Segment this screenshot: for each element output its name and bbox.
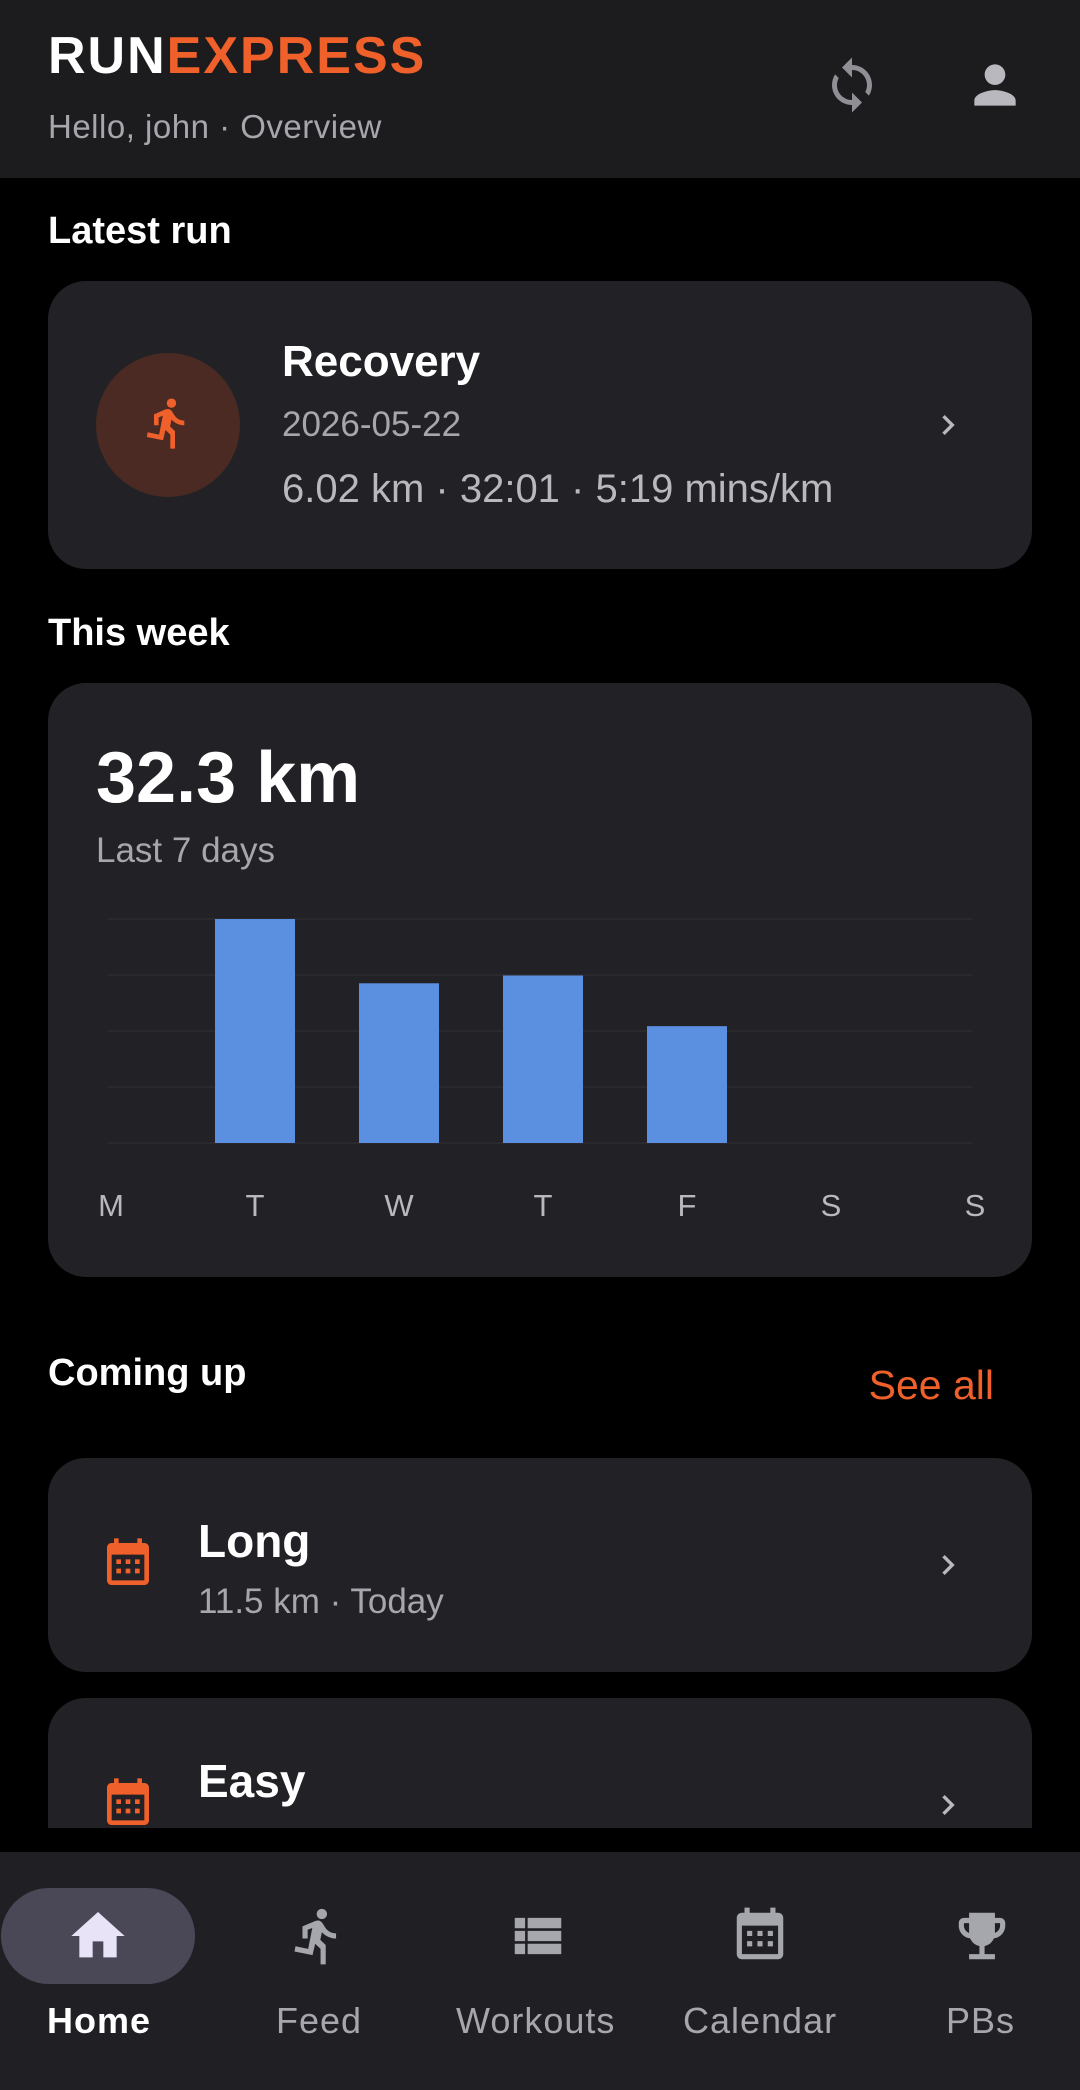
nav-label-home: Home xyxy=(47,2000,152,2041)
run-type-avatar xyxy=(96,353,240,497)
chart-day-label: S xyxy=(820,1188,842,1223)
nav-label-feed: Feed xyxy=(276,2000,363,2041)
scroll-content-clip: Easy xyxy=(0,1690,1080,1828)
chart-bar[interactable] xyxy=(503,975,583,1143)
home-icon xyxy=(66,1904,130,1968)
upcoming-workout-subtitle: 11.5 km · Today xyxy=(198,1582,444,1621)
logo-run-text: RUN xyxy=(48,27,167,85)
nav-item-feed[interactable]: Feed xyxy=(220,1852,416,2090)
chevron-right-icon xyxy=(928,1545,968,1585)
coming-up-heading: Coming up xyxy=(48,1352,247,1394)
logo-express-text: EXPRESS xyxy=(166,27,427,85)
upcoming-workout-card[interactable]: Easy xyxy=(48,1698,1032,1828)
nav-item-pbs[interactable]: PBs xyxy=(884,1852,1080,2090)
upcoming-workout-card[interactable]: Long 11.5 km · Today xyxy=(48,1458,1032,1672)
chart-bar[interactable] xyxy=(215,919,295,1143)
nav-label-workouts: Workouts xyxy=(456,2000,616,2041)
chart-day-label: S xyxy=(964,1188,986,1223)
sync-icon[interactable] xyxy=(817,50,887,120)
chevron-right-icon xyxy=(928,405,968,445)
list-icon xyxy=(506,1904,570,1968)
app-logo: RUNEXPRESS xyxy=(48,26,426,86)
chevron-right-icon xyxy=(928,1785,968,1825)
chart-day-label: T xyxy=(533,1188,553,1223)
greeting-text: Hello, john · Overview xyxy=(48,108,382,145)
chart-day-label: T xyxy=(245,1188,265,1223)
nav-item-workouts[interactable]: Workouts xyxy=(440,1852,636,2090)
top-app-bar: RUNEXPRESS Hello, john · Overview xyxy=(0,0,1080,178)
this-week-heading: This week xyxy=(48,612,230,654)
nav-item-home[interactable]: Home xyxy=(0,1852,196,2090)
chart-bar[interactable] xyxy=(647,1026,727,1143)
calendar-icon xyxy=(100,1536,156,1592)
nav-label-pbs: PBs xyxy=(946,2000,1016,2041)
latest-run-date: 2026-05-22 xyxy=(282,405,462,444)
latest-run-stats: 6.02 km · 32:01 · 5:19 mins/km xyxy=(282,467,834,511)
week-subtitle: Last 7 days xyxy=(96,831,275,870)
upcoming-workout-title: Easy xyxy=(198,1755,306,1807)
latest-run-title: Recovery xyxy=(282,337,481,386)
runner-icon xyxy=(140,395,196,456)
weekly-distance-chart xyxy=(108,918,972,1144)
nav-label-calendar: Calendar xyxy=(683,2000,838,2041)
trophy-icon xyxy=(950,1904,1014,1968)
nav-item-calendar[interactable]: Calendar xyxy=(662,1852,858,2090)
calendar-icon xyxy=(100,1776,156,1828)
bottom-navigation: Home Feed Workouts Calendar PBs xyxy=(0,1852,1080,2090)
runner-icon xyxy=(286,1904,350,1968)
week-total-distance: 32.3 km xyxy=(96,738,361,818)
account-icon[interactable] xyxy=(960,50,1030,120)
chart-day-label: M xyxy=(98,1188,124,1223)
see-all-link[interactable]: See all xyxy=(869,1362,994,1409)
latest-run-card[interactable]: Recovery 2026-05-22 6.02 km · 32:01 · 5:… xyxy=(48,281,1032,569)
latest-run-heading: Latest run xyxy=(48,210,232,252)
upcoming-workout-title: Long xyxy=(198,1515,311,1567)
chart-bar[interactable] xyxy=(359,983,439,1143)
chart-day-label: F xyxy=(677,1188,697,1223)
this-week-card: 32.3 km Last 7 days M T W T F S S xyxy=(48,683,1032,1277)
chart-day-label: W xyxy=(384,1188,414,1223)
calendar-icon xyxy=(728,1904,792,1968)
